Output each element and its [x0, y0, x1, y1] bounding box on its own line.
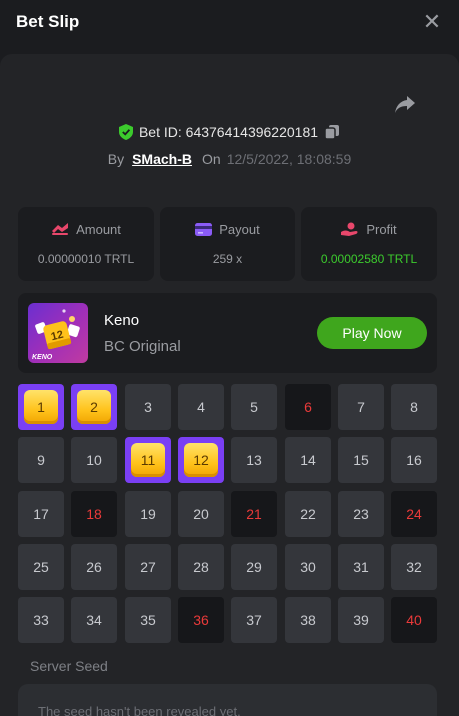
keno-cell[interactable]: 27	[125, 544, 171, 590]
thumb-text: KENO	[32, 354, 53, 361]
keno-cell[interactable]: 29	[231, 544, 277, 590]
gem-tile: 11	[131, 443, 165, 477]
keno-cell[interactable]: 38	[285, 597, 331, 643]
keno-cell[interactable]: 6	[285, 384, 331, 430]
keno-cell[interactable]: 11	[125, 437, 171, 483]
keno-game-thumbnail: 12 KENO	[28, 303, 88, 363]
amount-label: Amount	[76, 222, 121, 237]
keno-cell[interactable]: 19	[125, 491, 171, 537]
keno-cell[interactable]: 10	[71, 437, 117, 483]
keno-cell[interactable]: 17	[18, 491, 64, 537]
payout-label: Payout	[219, 222, 260, 237]
keno-cell[interactable]: 34	[71, 597, 117, 643]
gem-tile: 12	[184, 443, 218, 477]
amount-label-row: Amount	[18, 222, 154, 237]
game-card: 12 KENO Keno BC Original Play Now	[18, 293, 437, 373]
bet-date: 12/5/2022, 18:08:59	[226, 151, 352, 167]
keno-cell[interactable]: 21	[231, 491, 277, 537]
keno-cell[interactable]: 13	[231, 437, 277, 483]
by-label: By	[107, 151, 125, 167]
profit-label-row: Profit	[301, 222, 437, 237]
keno-cell[interactable]: 12	[178, 437, 224, 483]
game-name: Keno	[104, 312, 140, 329]
profit-label: Profit	[366, 222, 397, 237]
keno-cell[interactable]: 20	[178, 491, 224, 537]
on-label: On	[202, 151, 221, 167]
keno-cell[interactable]: 37	[231, 597, 277, 643]
keno-cell[interactable]: 18	[71, 491, 117, 537]
keno-cell[interactable]: 40	[391, 597, 437, 643]
username-link[interactable]: SMach-B	[132, 151, 192, 167]
gem-tile: 2	[77, 390, 111, 424]
keno-cell[interactable]: 9	[18, 437, 64, 483]
amount-icon	[52, 223, 69, 235]
keno-cell[interactable]: 30	[285, 544, 331, 590]
bet-id-row: Bet ID: 64376414396220181	[0, 124, 459, 146]
keno-cell[interactable]: 23	[338, 491, 384, 537]
payout-label-row: Payout	[160, 222, 295, 237]
server-seed-label: Server Seed	[30, 658, 108, 674]
keno-grid: 1 2 3 4 5 6 7 8 9 10 11 12 13 14 15 16 17 18 19 20 21 22 23 24 2…	[18, 384, 438, 643]
keno-cell[interactable]: 28	[178, 544, 224, 590]
shield-icon	[118, 124, 133, 140]
keno-cell[interactable]: 4	[178, 384, 224, 430]
bettor-row: By SMach-B On 12/5/2022, 18:08:59	[0, 151, 459, 171]
keno-cell[interactable]: 33	[18, 597, 64, 643]
keno-cell[interactable]: 35	[125, 597, 171, 643]
keno-logo-icon: 12 KENO	[32, 309, 80, 361]
profit-card: Profit 0.00002580 TRTL	[301, 207, 437, 281]
keno-cell[interactable]: 16	[391, 437, 437, 483]
payout-value: 259 x	[212, 252, 243, 266]
amount-value: 0.00000010 TRTL	[37, 252, 135, 266]
bet-id-label: Bet ID:	[138, 124, 182, 140]
server-seed-field[interactable]: The seed hasn't been revealed yet.	[18, 684, 437, 716]
keno-cell[interactable]: 31	[338, 544, 384, 590]
keno-cell[interactable]: 36	[178, 597, 224, 643]
keno-cell[interactable]: 25	[18, 544, 64, 590]
keno-cell[interactable]: 7	[338, 384, 384, 430]
share-icon[interactable]	[394, 94, 416, 114]
keno-cell[interactable]: 15	[338, 437, 384, 483]
keno-cell[interactable]: 22	[285, 491, 331, 537]
keno-cell[interactable]: 26	[71, 544, 117, 590]
keno-cell[interactable]: 1	[18, 384, 64, 430]
bet-id-value: 64376414396220181	[185, 124, 319, 140]
keno-cell[interactable]: 14	[285, 437, 331, 483]
play-now-button[interactable]: Play Now	[317, 317, 427, 349]
card-icon	[195, 223, 213, 236]
keno-cell[interactable]: 24	[391, 491, 437, 537]
payout-card: Payout 259 x	[160, 207, 295, 281]
keno-cell[interactable]: 3	[125, 384, 171, 430]
keno-cell[interactable]: 2	[71, 384, 117, 430]
bet-slip-header: Bet Slip ✕	[0, 0, 459, 46]
amount-card: Amount 0.00000010 TRTL	[18, 207, 154, 281]
profit-icon	[341, 222, 358, 236]
bet-slip-title: Bet Slip	[16, 12, 80, 31]
profit-value: 0.00002580 TRTL	[320, 252, 418, 266]
close-icon[interactable]: ✕	[422, 11, 442, 33]
keno-cell[interactable]: 32	[391, 544, 437, 590]
server-seed-value: The seed hasn't been revealed yet.	[38, 704, 241, 716]
gem-tile: 1	[24, 390, 58, 424]
keno-cell[interactable]: 39	[338, 597, 384, 643]
keno-cell[interactable]: 8	[391, 384, 437, 430]
keno-cell[interactable]: 5	[231, 384, 277, 430]
game-subtitle: BC Original	[104, 338, 181, 355]
copy-icon[interactable]	[324, 124, 340, 140]
